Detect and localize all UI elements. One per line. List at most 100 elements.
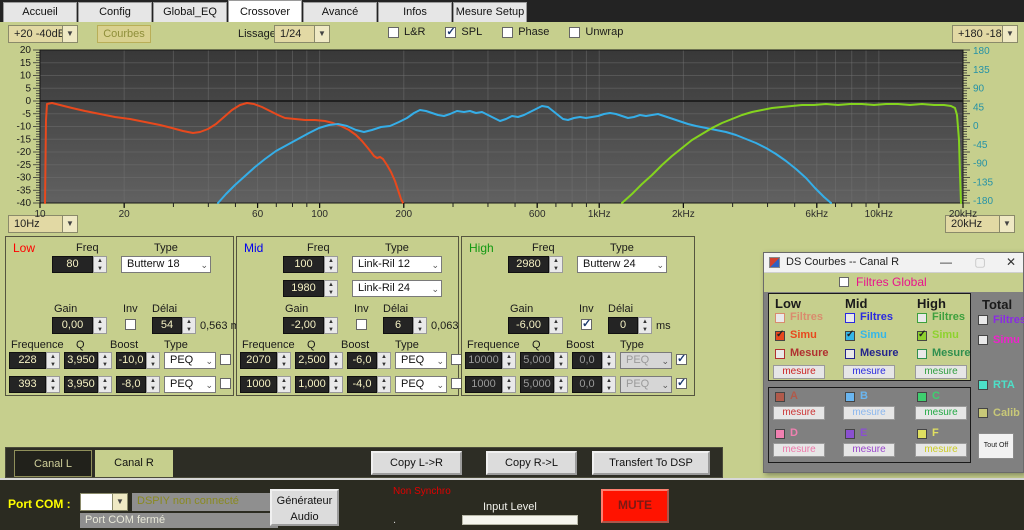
mid-freq1-spinner[interactable]: ▲▼ [324, 256, 338, 273]
chevron-down-icon[interactable]: ▼ [112, 494, 127, 510]
tab-infos[interactable]: Infos [378, 2, 452, 22]
tout-off-button[interactable]: Tout Off [978, 433, 1014, 459]
tab-crossover[interactable]: Crossover [228, 0, 302, 22]
tab-config[interactable]: Config [78, 2, 152, 22]
low-freq-spinner[interactable]: ▲▼ [93, 256, 107, 273]
high-gain-field[interactable]: -6,00 [508, 317, 549, 334]
copy-lr-button[interactable]: Copy L->R [371, 451, 462, 475]
chevron-down-icon[interactable]: ▼ [314, 26, 329, 42]
mid-filtres-checkbox[interactable] [845, 313, 855, 323]
high-eq0-enable-checkbox[interactable] [676, 354, 687, 365]
low-eq0-freq-spinner[interactable]: ▲▼ [46, 352, 60, 369]
tab-canal-r[interactable]: Canal R [95, 450, 173, 477]
low-eq0-q[interactable]: 3,950 [64, 352, 98, 369]
low-eq1-boost[interactable]: -8,0 [116, 376, 146, 393]
mid-eq0-q-spinner[interactable]: ▲▼ [329, 352, 343, 369]
mid-freq2-spinner[interactable]: ▲▼ [324, 280, 338, 297]
window-title-bar[interactable]: DS Courbes -- Canal R — ▢ ✕ [764, 253, 1023, 273]
low-eq0-q-spinner[interactable]: ▲▼ [98, 352, 112, 369]
mid-inv-checkbox[interactable] [356, 319, 367, 330]
low-inv-checkbox[interactable] [125, 319, 136, 330]
low-gain-field[interactable]: 0,00 [52, 317, 93, 334]
chevron-down-icon[interactable]: ▼ [62, 26, 77, 42]
mid-type2-select[interactable]: Link-Ril 24⌄ [352, 280, 442, 297]
courbes-button[interactable]: Courbes [97, 25, 151, 43]
mid-gain-field[interactable]: -2,00 [283, 317, 324, 334]
total-simu-checkbox[interactable] [978, 335, 988, 345]
high-delai-spinner[interactable]: ▲▼ [638, 317, 652, 334]
calib-checkbox[interactable] [978, 408, 988, 418]
mid-eq1-freq-spinner[interactable]: ▲▼ [277, 376, 291, 393]
high-eq1-enable-checkbox[interactable] [676, 378, 687, 389]
close-button[interactable]: ✕ [1000, 253, 1022, 272]
low-eq1-q-spinner[interactable]: ▲▼ [98, 376, 112, 393]
high-simu-checkbox[interactable] [917, 331, 927, 341]
low-type-select[interactable]: Butterw 18⌄ [121, 256, 211, 273]
spl-checkbox[interactable] [445, 27, 456, 38]
memory-a-mesure-button[interactable]: mesure [773, 406, 825, 420]
memory-e-checkbox[interactable] [845, 429, 855, 439]
high-gain-spinner[interactable]: ▲▼ [549, 317, 563, 334]
mid-eq0-boost-spinner[interactable]: ▲▼ [377, 352, 391, 369]
high-mesure-button[interactable]: mesure [915, 365, 967, 379]
mute-button[interactable]: MUTE [601, 489, 669, 523]
total-filtres-checkbox[interactable] [978, 315, 988, 325]
mid-type1-select[interactable]: Link-Ril 12⌄ [352, 256, 442, 273]
mid-eq0-freq[interactable]: 2070 [240, 352, 277, 369]
mid-gain-spinner[interactable]: ▲▼ [324, 317, 338, 334]
mid-freq1-field[interactable]: 100 [283, 256, 324, 273]
mid-eq0-freq-spinner[interactable]: ▲▼ [277, 352, 291, 369]
memory-c-checkbox[interactable] [917, 392, 927, 402]
low-eq1-q[interactable]: 3,950 [64, 376, 98, 393]
low-delai-spinner[interactable]: ▲▼ [182, 317, 196, 334]
lissage-combo[interactable]: 1/24 ▼ [274, 25, 330, 43]
mid-eq0-boost[interactable]: -6,0 [347, 352, 377, 369]
low-eq1-freq[interactable]: 393 [9, 376, 46, 393]
maximize-button[interactable]: ▢ [969, 253, 991, 272]
low-mesure-checkbox[interactable] [775, 349, 785, 359]
lr-checkbox[interactable] [388, 27, 399, 38]
low-delai-field[interactable]: 54 [152, 317, 182, 334]
mid-eq1-q[interactable]: 1,000 [295, 376, 329, 393]
low-eq0-freq[interactable]: 228 [9, 352, 46, 369]
tab-global-eq[interactable]: Global_EQ [153, 2, 227, 22]
tab-accueil[interactable]: Accueil [3, 2, 77, 22]
low-freq-field[interactable]: 80 [52, 256, 93, 273]
memory-d-mesure-button[interactable]: mesure [773, 443, 825, 457]
memory-f-mesure-button[interactable]: mesure [915, 443, 967, 457]
memory-b-mesure-button[interactable]: mesure [843, 406, 895, 420]
low-eq1-boost-spinner[interactable]: ▲▼ [146, 376, 160, 393]
high-freq-spinner[interactable]: ▲▼ [549, 256, 563, 273]
mid-eq1-boost-spinner[interactable]: ▲▼ [377, 376, 391, 393]
memory-b-checkbox[interactable] [845, 392, 855, 402]
minimize-button[interactable]: — [935, 253, 957, 272]
high-filtres-checkbox[interactable] [917, 313, 927, 323]
mid-mesure-checkbox[interactable] [845, 349, 855, 359]
high-mesure-checkbox[interactable] [917, 349, 927, 359]
tab-mesure-setup[interactable]: Mesure Setup [453, 2, 527, 22]
memory-e-mesure-button[interactable]: mesure [843, 443, 895, 457]
high-type-select[interactable]: Butterw 24⌄ [577, 256, 667, 273]
transfert-to-dsp-button[interactable]: Transfert To DSP [592, 451, 710, 475]
low-eq0-boost-spinner[interactable]: ▲▼ [146, 352, 160, 369]
tab-avanc-[interactable]: Avancé [303, 2, 377, 22]
mid-delai-field[interactable]: 6 [383, 317, 413, 334]
port-com-combo[interactable]: ▼ [80, 493, 128, 511]
copy-rl-button[interactable]: Copy R->L [486, 451, 577, 475]
high-inv-checkbox[interactable] [581, 319, 592, 330]
mid-delai-spinner[interactable]: ▲▼ [413, 317, 427, 334]
high-freq-field[interactable]: 2980 [508, 256, 549, 273]
phase-range-combo[interactable]: +180 -180° ▼ [952, 25, 1018, 43]
low-eq0-boost[interactable]: -10,0 [116, 352, 146, 369]
memory-a-checkbox[interactable] [775, 392, 785, 402]
mid-eq1-boost[interactable]: -4,0 [347, 376, 377, 393]
low-eq1-freq-spinner[interactable]: ▲▼ [46, 376, 60, 393]
mid-eq1-type-select[interactable]: PEQ⌄ [395, 376, 447, 393]
mid-mesure-button[interactable]: mesure [843, 365, 895, 379]
low-eq1-enable-checkbox[interactable] [220, 378, 231, 389]
memory-f-checkbox[interactable] [917, 429, 927, 439]
mid-freq2-field[interactable]: 1980 [283, 280, 324, 297]
high-delai-field[interactable]: 0 [608, 317, 638, 334]
mid-simu-checkbox[interactable] [845, 331, 855, 341]
rta-checkbox[interactable] [978, 380, 988, 390]
